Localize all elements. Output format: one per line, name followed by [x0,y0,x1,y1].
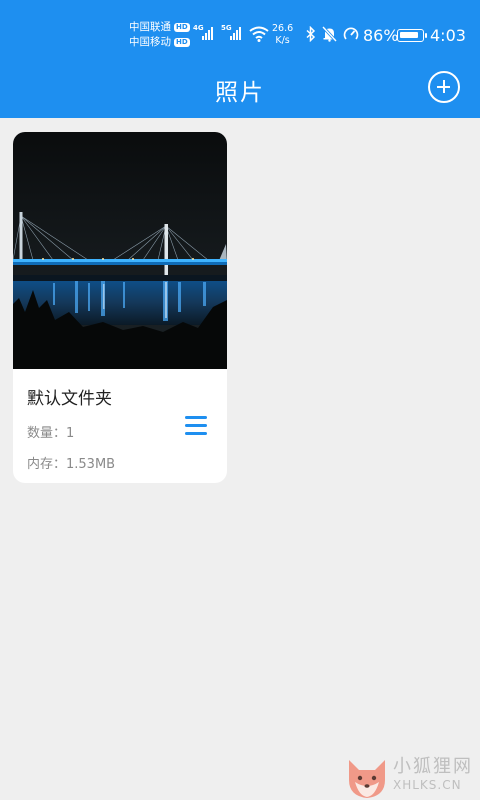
status-bar: 中国联通 HD 中国移动 HD 4G 5G 26.6 K/s 86% 4:03 [0,18,480,54]
network-type-label: 5G [221,24,232,32]
app-header: 中国联通 HD 中国移动 HD 4G 5G 26.6 K/s 86% 4:03 … [0,0,480,118]
watermark-text: 小狐狸网 [393,756,473,777]
carrier-info: 中国联通 HD 中国移动 HD [129,20,190,50]
watermark: 小狐狸网 XHLKS.CN [345,752,480,800]
signal-strength-icon: 4G [193,24,213,40]
speed-unit: K/s [275,35,290,46]
signal-strength-icon: 5G [221,24,241,40]
speed-value: 26.6 [272,23,294,34]
battery-charging-icon [397,29,427,42]
speedometer-icon [343,27,359,40]
album-name: 默认文件夹 [27,389,112,409]
wifi-icon [249,26,269,42]
hd-badge: HD [174,23,190,32]
album-menu-button[interactable] [185,416,207,436]
bluetooth-icon [306,26,316,42]
fox-logo-icon [349,760,385,798]
battery-percent: 86% [363,26,399,45]
signal-indicators: 4G 5G [193,24,241,40]
album-size: 内存：1.53MB [27,457,116,472]
page-title: 照片 [215,80,265,106]
album-thumbnail[interactable] [13,132,227,369]
hd-badge: HD [174,38,190,47]
album-card[interactable]: 默认文件夹 数量：1 内存：1.53MB [13,132,227,483]
album-count: 数量：1 [27,426,75,441]
hamburger-menu-icon [185,416,207,435]
status-icons [306,26,359,42]
watermark-subtext: XHLKS.CN [393,778,462,792]
clock: 4:03 [430,26,466,45]
carrier-2-label: 中国移动 [129,36,171,48]
mute-bell-icon [322,26,337,42]
network-speed: 26.6 K/s [272,23,293,47]
network-type-label: 4G [193,24,204,32]
add-album-button[interactable] [428,71,460,103]
carrier-1-label: 中国联通 [129,21,171,33]
